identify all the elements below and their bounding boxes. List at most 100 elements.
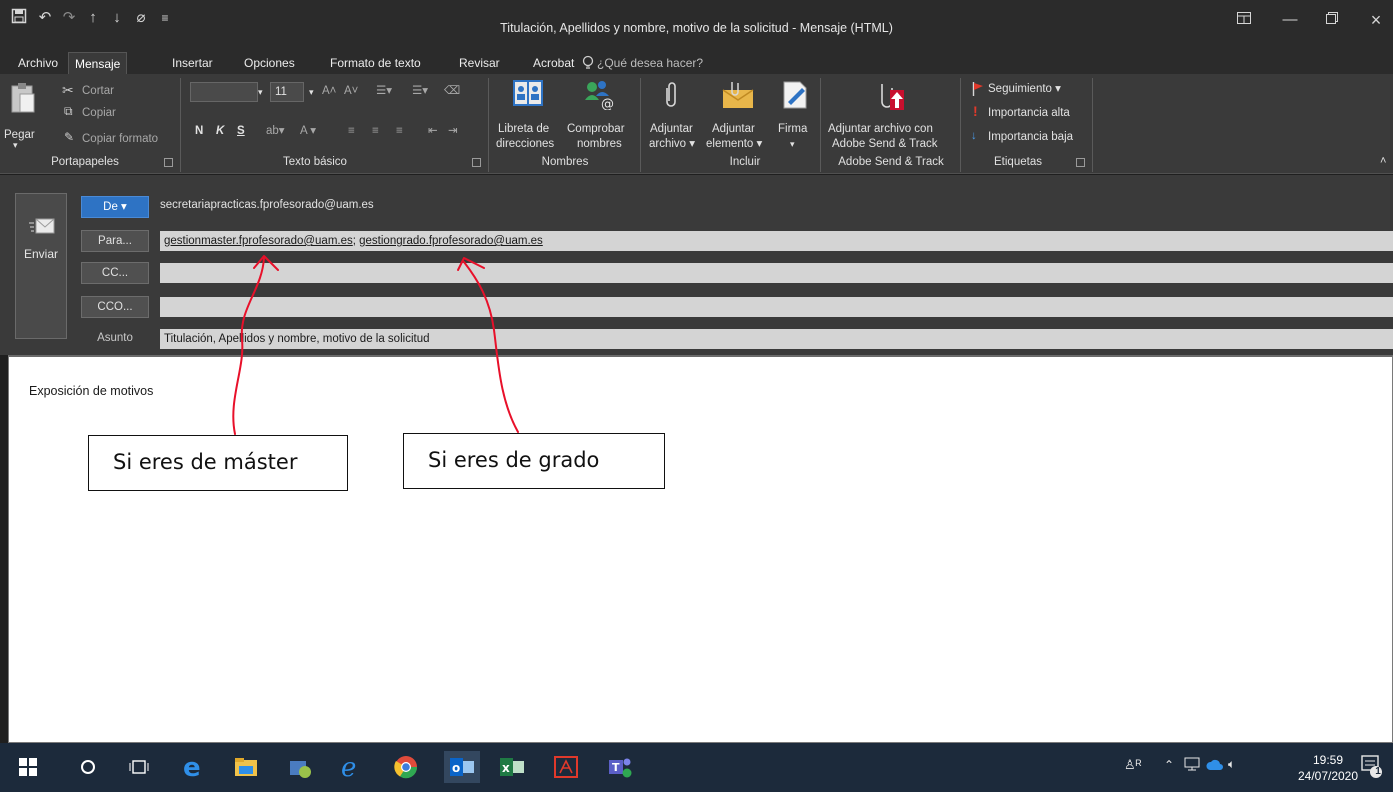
windows-start-icon[interactable] — [14, 751, 42, 783]
teams-icon[interactable]: T — [606, 751, 634, 783]
tab-archivo[interactable]: Archivo — [12, 52, 64, 74]
window-title: Titulación, Apellidos y nombre, motivo d… — [500, 21, 893, 35]
subject-field[interactable]: Titulación, Apellidos y nombre, motivo d… — [160, 329, 1393, 349]
outlook-taskbar-icon[interactable]: o — [444, 751, 480, 783]
increase-indent-icon[interactable]: ⇥ — [448, 124, 458, 138]
ribbon-display-options-icon[interactable] — [1230, 8, 1258, 32]
high-importance-button[interactable]: Importancia alta — [988, 106, 1070, 120]
send-button[interactable]: Enviar — [15, 193, 67, 339]
tab-opciones[interactable]: Opciones — [238, 52, 301, 74]
close-icon[interactable]: × — [1362, 8, 1390, 32]
chrome-icon[interactable] — [392, 751, 420, 783]
highlight-icon[interactable]: ab▾ — [266, 124, 285, 138]
tell-me-search[interactable]: ¿Qué desea hacer? — [597, 52, 703, 74]
tab-insertar[interactable]: Insertar — [166, 52, 219, 74]
clipboard-launcher-icon[interactable] — [164, 158, 173, 167]
signature-button[interactable]: Firma — [778, 122, 807, 136]
address-book-button[interactable]: Libreta de — [498, 122, 549, 136]
app-icon[interactable] — [286, 751, 314, 783]
signature-dropdown-icon[interactable]: ▾ — [790, 137, 795, 151]
italic-button[interactable]: K — [216, 124, 224, 138]
people-icon[interactable]: ♙ᴿ — [1124, 757, 1142, 773]
align-center-icon[interactable]: ≡ — [372, 124, 379, 138]
numbering-icon[interactable]: ☰▾ — [412, 84, 428, 98]
to-button[interactable]: Para... — [81, 230, 149, 252]
cc-field[interactable] — [160, 263, 1393, 283]
send-icon — [28, 216, 56, 239]
font-name-dropdown-icon[interactable]: ▾ — [258, 85, 263, 99]
svg-text:e: e — [341, 755, 356, 779]
cut-button[interactable]: Cortar — [82, 84, 114, 98]
show-hidden-icons[interactable]: ⌃ — [1164, 758, 1174, 772]
font-size-dropdown-icon[interactable]: ▾ — [309, 85, 314, 99]
scissors-icon: ✂ — [62, 82, 74, 98]
undo-icon[interactable]: ↶ — [34, 8, 56, 28]
excel-icon[interactable]: x — [498, 751, 526, 783]
followup-button[interactable]: Seguimiento ▾ — [988, 82, 1061, 96]
edge-icon[interactable]: e — [180, 751, 208, 783]
paste-button[interactable]: Pegar — [4, 128, 35, 142]
tab-revisar[interactable]: Revisar — [453, 52, 506, 74]
task-view-icon[interactable] — [125, 751, 153, 783]
to-field[interactable]: gestionmaster.fprofesorado@uam.es; gesti… — [160, 231, 1393, 251]
shrink-font-icon[interactable]: A˅ — [344, 84, 358, 98]
restore-icon[interactable] — [1318, 8, 1346, 32]
internet-explorer-icon[interactable]: e — [338, 751, 366, 783]
file-explorer-icon[interactable] — [232, 751, 260, 783]
clear-format-icon[interactable]: ⌫ — [444, 84, 460, 98]
acrobat-icon[interactable] — [552, 751, 580, 783]
font-name-box[interactable] — [190, 82, 258, 102]
signature-icon — [780, 80, 810, 113]
bcc-field[interactable] — [160, 297, 1393, 317]
network-icon[interactable] — [1184, 757, 1200, 774]
redo-icon[interactable]: ↷ — [58, 8, 80, 28]
low-importance-button[interactable]: Importancia baja — [988, 130, 1073, 144]
message-body[interactable]: Exposición de motivos — [8, 355, 1393, 743]
attach-item-button[interactable]: Adjuntar — [712, 122, 755, 136]
title-bar: ↶ ↷ ↑ ↓ ⌀ ≡ Titulación, Apellidos y nomb… — [0, 0, 1393, 52]
decrease-indent-icon[interactable]: ⇤ — [428, 124, 438, 138]
bold-button[interactable]: N — [195, 124, 203, 138]
callout-grado: Si eres de grado — [403, 433, 665, 489]
from-button[interactable]: De ▾ — [81, 196, 149, 218]
callout-grado-text: Si eres de grado — [428, 448, 600, 472]
tags-launcher-icon[interactable] — [1076, 158, 1085, 167]
paste-icon[interactable] — [10, 82, 36, 117]
to-recipient-grado[interactable]: gestiongrado.fprofesorado@uam.es — [359, 235, 543, 247]
to-recipient-master[interactable]: gestionmaster.fprofesorado@uam.es — [164, 235, 353, 247]
check-names-button[interactable]: Comprobar — [567, 122, 625, 136]
font-color-icon[interactable]: A ▾ — [300, 124, 316, 138]
adobe-send-track-button[interactable]: Adjuntar archivo con — [828, 122, 933, 136]
ribbon-separator — [960, 78, 961, 172]
save-icon[interactable] — [8, 8, 30, 28]
cc-button[interactable]: CC... — [81, 262, 149, 284]
tab-acrobat[interactable]: Acrobat — [527, 52, 580, 74]
paste-dropdown-icon[interactable]: ▾ — [13, 138, 18, 152]
up-arrow-icon[interactable]: ↑ — [82, 8, 104, 28]
search-icon[interactable] — [74, 751, 102, 783]
ribbon-tabs: Archivo Mensaje Insertar Opciones Format… — [0, 52, 1393, 74]
down-arrow-icon[interactable]: ↓ — [106, 8, 128, 28]
svg-text:x: x — [502, 761, 510, 775]
customize-qat-icon[interactable]: ≡ — [154, 8, 176, 28]
grow-font-icon[interactable]: A˄ — [322, 84, 336, 98]
bullets-icon[interactable]: ☰▾ — [376, 84, 392, 98]
attach-icon[interactable]: ⌀ — [130, 8, 152, 28]
align-left-icon[interactable]: ≡ — [348, 124, 355, 138]
svg-text:o: o — [452, 761, 460, 775]
format-painter-button[interactable]: Copiar formato — [82, 132, 158, 146]
onedrive-icon[interactable] — [1206, 759, 1224, 774]
tab-mensaje[interactable]: Mensaje — [68, 52, 128, 74]
font-launcher-icon[interactable] — [472, 158, 481, 167]
copy-button[interactable]: Copiar — [82, 106, 116, 120]
volume-icon[interactable]: 🔈︎ — [1228, 757, 1235, 772]
tab-formato-texto[interactable]: Formato de texto — [324, 52, 427, 74]
minimize-icon[interactable]: — — [1276, 8, 1304, 32]
system-clock[interactable]: 19:59 24/07/2020 — [1297, 752, 1359, 784]
attach-file-button[interactable]: Adjuntar — [650, 122, 693, 136]
bcc-button[interactable]: CCO... — [81, 296, 149, 318]
align-right-icon[interactable]: ≡ — [396, 124, 403, 138]
underline-button[interactable]: S — [237, 124, 245, 138]
collapse-ribbon-icon[interactable]: ˄ — [1380, 154, 1386, 168]
ribbon-separator — [820, 78, 821, 172]
